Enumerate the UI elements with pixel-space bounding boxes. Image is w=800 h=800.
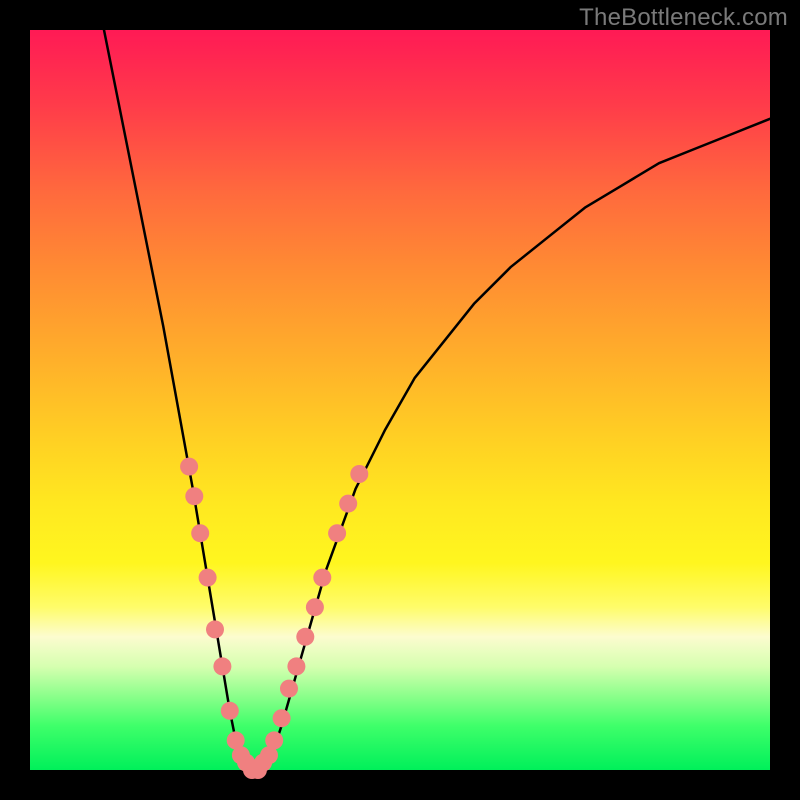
watermark-text: TheBottleneck.com <box>579 4 788 32</box>
data-point <box>221 702 239 720</box>
data-point <box>306 598 324 616</box>
data-point <box>313 569 331 587</box>
data-point <box>180 458 198 476</box>
scatter-points <box>180 458 368 779</box>
plot-area <box>30 30 770 770</box>
chart-frame: TheBottleneck.com <box>0 0 800 800</box>
data-point <box>328 524 346 542</box>
data-point <box>296 628 314 646</box>
data-point <box>273 709 291 727</box>
data-point <box>185 487 203 505</box>
data-point <box>206 620 224 638</box>
data-point <box>199 569 217 587</box>
data-point <box>265 731 283 749</box>
data-point <box>339 495 357 513</box>
data-point <box>287 657 305 675</box>
bottleneck-curve <box>104 30 770 770</box>
data-point <box>350 465 368 483</box>
chart-svg <box>30 30 770 770</box>
data-point <box>191 524 209 542</box>
data-point <box>213 657 231 675</box>
data-point <box>280 680 298 698</box>
